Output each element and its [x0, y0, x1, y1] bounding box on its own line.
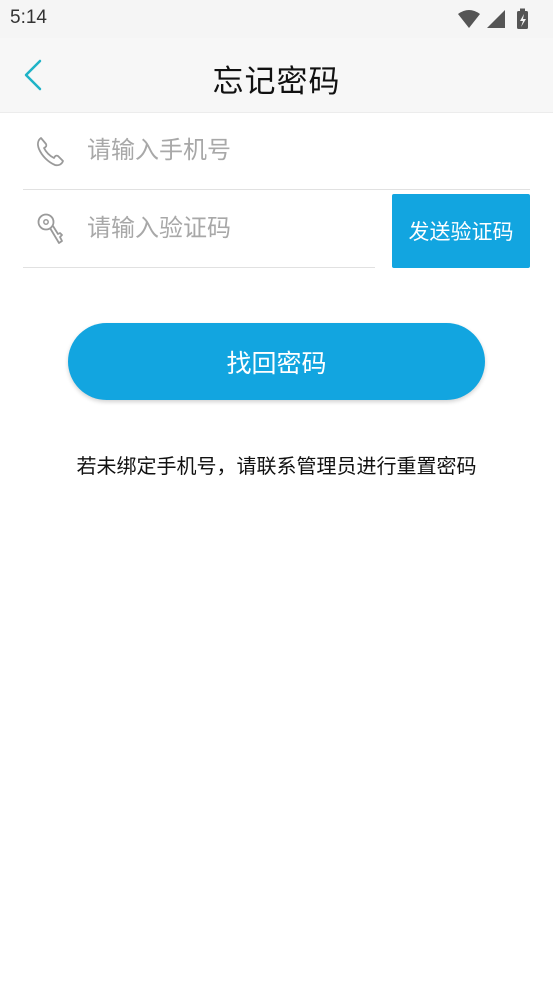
- phone-input[interactable]: [87, 128, 507, 172]
- wifi-icon: [458, 10, 480, 28]
- signal-icon: [487, 10, 505, 28]
- send-code-button[interactable]: 发送验证码: [392, 194, 530, 268]
- page-title: 忘记密码: [212, 64, 341, 100]
- status-icons: [457, 8, 541, 30]
- code-field-row: [23, 190, 375, 268]
- hint-text: 若未绑定手机号，请联系管理员进行重置密码: [76, 454, 477, 478]
- key-icon: [37, 213, 63, 244]
- app-bar: 忘记密码: [0, 38, 553, 113]
- recover-password-button[interactable]: 找回密码: [68, 323, 485, 400]
- verification-code-input[interactable]: [87, 206, 367, 250]
- status-time: 5:14: [10, 7, 47, 28]
- battery-charging-icon: [517, 8, 528, 29]
- phone-field-row: [23, 112, 530, 190]
- status-bar: 5:14: [0, 0, 553, 38]
- phone-icon: [37, 137, 64, 167]
